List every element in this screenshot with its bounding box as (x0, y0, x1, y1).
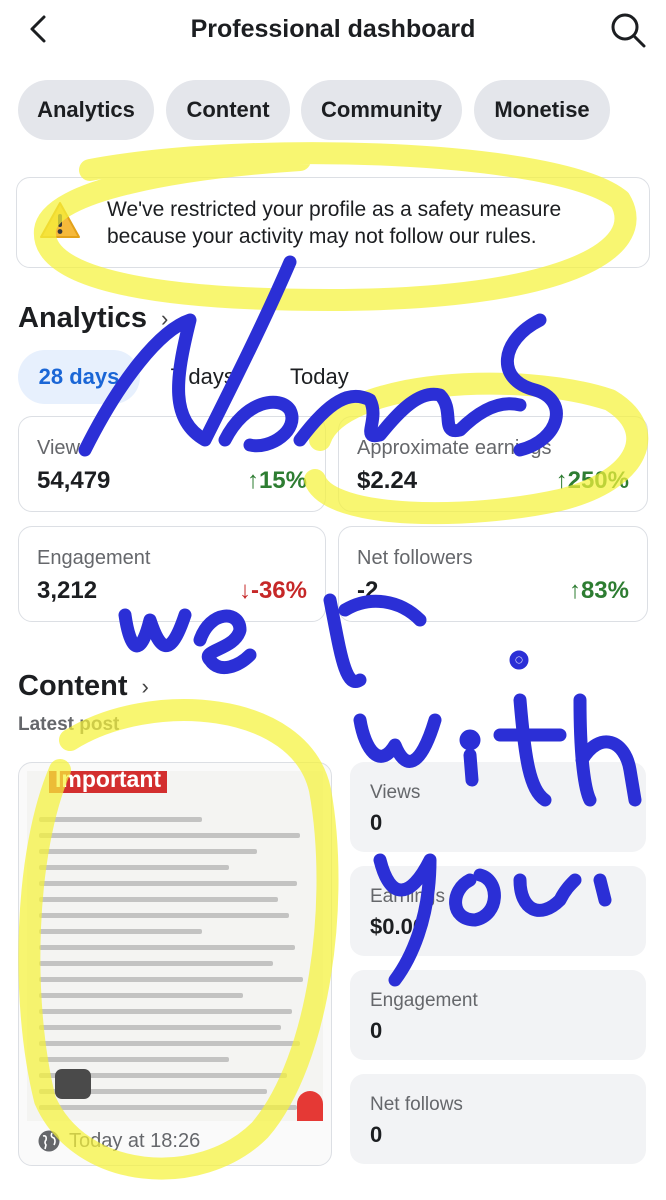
handwriting-dot-2 (459, 729, 481, 751)
warning-icon (40, 202, 80, 238)
metric-card-engagement[interactable]: Engagement 3,212 ↓-36% (18, 526, 326, 622)
content-title: Content (18, 670, 128, 702)
restriction-alert[interactable]: We've restricted your profile as a safet… (16, 177, 650, 268)
handwriting-dot-1 (509, 650, 529, 670)
analytics-heading[interactable]: Analytics › (18, 302, 168, 335)
alert-message: We've restricted your profile as a safet… (107, 196, 637, 250)
post-stat-earnings: Earnings $0.00 (350, 866, 646, 956)
metric-label: Engagement (37, 547, 151, 569)
chevron-right-icon: › (160, 305, 169, 331)
tab-community[interactable]: Community (301, 80, 462, 140)
latest-post-card[interactable]: Important Today at 18:26 (18, 762, 332, 1166)
tab-label: Monetise (494, 97, 590, 122)
period-28-days[interactable]: 28 days (18, 350, 140, 404)
tab-label: Content (186, 97, 270, 122)
metric-change: ↑83% (568, 577, 629, 604)
metric-card-views[interactable]: Views 54,479 ↑15% (18, 416, 326, 512)
alert-line-1: We've restricted your profile as a safet… (107, 198, 562, 221)
tab-content[interactable]: Content (166, 80, 290, 140)
metric-label: Approximate earnings (357, 437, 552, 459)
alert-line-2: because your activity may not follow our… (107, 225, 537, 248)
period-label: 7 days (170, 364, 235, 389)
metric-card-earnings[interactable]: Approximate earnings $2.24 ↑250% (338, 416, 648, 512)
tab-analytics[interactable]: Analytics (18, 80, 154, 140)
post-thumbnail: Important (27, 771, 323, 1121)
search-button[interactable] (608, 10, 648, 50)
post-timestamp: Today at 18:26 (37, 1129, 200, 1153)
latest-post-label: Latest post (18, 714, 120, 735)
metric-value: -2 (357, 577, 379, 604)
metric-label: Views (37, 437, 90, 459)
metric-label: Net followers (357, 547, 473, 569)
stat-label: Engagement (370, 990, 478, 1011)
metric-change: ↑250% (555, 467, 629, 494)
tab-monetise[interactable]: Monetise (474, 80, 610, 140)
metric-change: ↓-36% (238, 577, 307, 604)
post-stat-engagement: Engagement 0 (350, 970, 646, 1060)
globe-icon (38, 1130, 60, 1152)
post-stat-views: Views 0 (350, 762, 646, 852)
period-7-days[interactable]: 7 days (170, 350, 235, 404)
metric-value: $2.24 (357, 467, 418, 494)
stat-value: 0 (370, 810, 383, 835)
stat-label: Views (370, 782, 421, 803)
stat-label: Net follows (370, 1094, 463, 1115)
post-media-badge (55, 1069, 91, 1099)
post-thumbnail-marker (297, 1091, 323, 1121)
top-bar: Professional dashboard (0, 0, 666, 60)
stat-value: $0.00 (370, 914, 426, 939)
analytics-title: Analytics (18, 302, 147, 334)
post-time: Today at 18:26 (69, 1129, 201, 1152)
metric-card-net-followers[interactable]: Net followers -2 ↑83% (338, 526, 648, 622)
chevron-right-icon: › (141, 673, 149, 699)
post-stat-net-follows: Net follows 0 (350, 1074, 646, 1164)
period-label: 28 days (38, 364, 120, 389)
search-icon (611, 13, 646, 48)
post-thumbnail-banner: Important (49, 771, 168, 793)
page-title: Professional dashboard (190, 15, 476, 43)
stat-label: Earnings (370, 886, 445, 907)
stat-value: 0 (370, 1018, 383, 1043)
metric-change: ↑15% (246, 467, 307, 494)
tab-label: Community (321, 97, 442, 122)
metric-value: 3,212 (37, 577, 98, 604)
period-today[interactable]: Today (290, 350, 349, 404)
metric-value: 54,479 (37, 467, 111, 494)
period-label: Today (290, 364, 349, 389)
content-heading[interactable]: Content › (18, 670, 149, 703)
tab-label: Analytics (37, 97, 135, 122)
stat-value: 0 (370, 1122, 383, 1147)
